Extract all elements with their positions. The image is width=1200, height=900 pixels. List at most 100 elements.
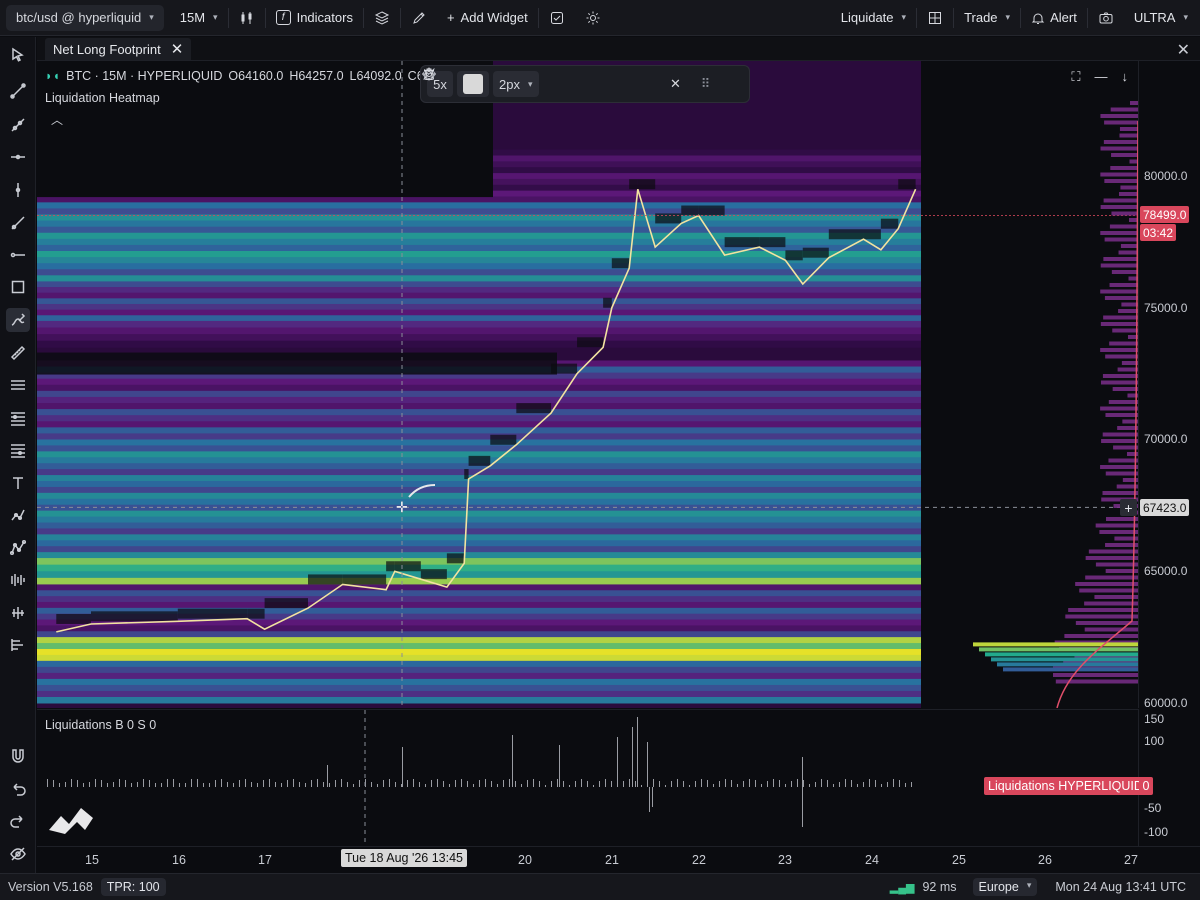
undo-button[interactable] [6,777,30,801]
cleared-liquidity [637,179,656,190]
liquidation-bar-spike [617,737,618,787]
heatmap-band [37,421,921,428]
stroke-width-select[interactable]: 2px ▾ [493,71,539,97]
symbol-selector[interactable]: btc/usd @ hyperliquid ▾ [6,4,164,31]
interval-selector[interactable]: 15M ▾ [170,0,228,36]
plan-menu[interactable]: ULTRA ▾ [1124,0,1200,36]
text-tool[interactable] [6,471,30,495]
layout-grid-button[interactable] [917,0,953,36]
liquidation-bar [293,779,294,787]
candle-type-button[interactable] [229,0,265,36]
heatmap-band [37,327,921,335]
crosshair-price-tag: 67423.0 [1140,499,1190,516]
profile-bar [1100,380,1138,385]
version-label: Version V5.168 [8,880,93,894]
minimize-icon[interactable]: — [1095,69,1108,85]
ruler-tool[interactable] [6,341,30,365]
liquidate-menu[interactable]: Liquidate ▾ [831,0,916,36]
lock-button[interactable] [424,68,599,97]
close-panel-button[interactable]: ✕ [1177,40,1190,60]
measure-tool[interactable] [6,633,30,657]
fib-extension-tool[interactable] [6,438,30,462]
liquidation-bar [119,779,120,787]
fib-retracement-tool[interactable] [6,406,30,430]
anchored-profile-tool[interactable] [6,601,30,625]
liquidations-pane[interactable]: Liquidations B 0 S 0 [37,709,1138,847]
brush-tool[interactable] [6,308,30,332]
fib-extension-icon [11,444,25,458]
heatmap-band [37,390,921,398]
volume-profile-tool[interactable] [6,568,30,592]
indicators-button[interactable]: f Indicators [266,0,363,36]
screenshot-button[interactable] [1088,0,1124,36]
heatmap-band [37,384,921,392]
crosshair-plus-icon[interactable]: + [1120,499,1137,516]
drag-handle[interactable]: ⠿ [693,71,719,97]
close-toolbar-button[interactable]: ✕ [663,71,689,97]
profile-bar [1108,458,1138,463]
delete-drawing-button[interactable] [424,68,659,97]
liquidations-logo [47,806,95,837]
profile-highlight-bar [991,657,1138,662]
arrow-down-icon[interactable]: ↓ [1122,69,1129,85]
magnet-tool[interactable] [6,744,30,768]
brush-icon [11,313,26,326]
redo-button[interactable] [6,809,30,833]
collapse-legend-icon[interactable]: ︿ [51,111,63,128]
hide-drawings-button[interactable] [6,842,30,866]
heatmap-band [37,648,921,656]
trade-label: Trade [964,10,998,25]
price-chart[interactable]: ✛ ◗◖ BTC · 15M · HYPERLIQUID O64160.0 H6… [37,61,1138,708]
liquidation-bar [899,780,900,787]
region-selector[interactable]: Europe ▾ [972,878,1038,896]
indicator-legend[interactable]: Liquidation Heatmap [45,91,160,105]
signal-icon: ▂▄▆ [889,881,915,894]
liquidation-bar [233,783,234,787]
heatmap-band [37,552,921,559]
liquidation-bar-spike [559,745,560,787]
cleared-liquidity [420,569,447,580]
horizontal-line-tool[interactable] [6,145,30,169]
vertical-line-tool[interactable] [6,178,30,202]
save-layout-button[interactable] [539,0,575,36]
trendline-tool[interactable] [6,79,30,103]
price-axis[interactable]: 80000.0 75000.0 70000.0 65000.0 60000.0 … [1138,61,1200,710]
draw-button[interactable] [401,0,437,36]
profile-bar [1121,302,1138,307]
rectangle-tool[interactable] [6,275,30,299]
alert-button[interactable]: Alert [1021,0,1087,36]
color-button[interactable] [457,71,489,97]
profile-bar [1102,432,1138,437]
profile-bar [1130,101,1138,105]
tpr-badge[interactable]: TPR: 100 [100,878,166,896]
extended-line-tool[interactable] [6,211,30,235]
liquidation-bar [215,780,216,787]
cleared-liquidity [785,250,803,261]
profile-bar [1068,608,1138,612]
settings-button[interactable] [575,0,611,36]
layers-button[interactable] [364,0,400,36]
parallel-channel-tool[interactable] [6,373,30,397]
profile-bar [1100,146,1138,151]
liquidation-bar [83,783,84,787]
drawing-settings-button[interactable] [422,67,629,97]
horizontal-ray-tool[interactable] [6,243,30,267]
ray-tool[interactable] [6,113,30,137]
time-axis[interactable]: 15 16 17 19 20 21 22 23 24 25 26 27 Tue … [37,846,1200,873]
magnet-icon [12,749,24,763]
chevron-down-icon: ▾ [527,78,533,89]
close-icon[interactable]: ✕ [171,40,184,58]
hide-button[interactable] [421,68,569,97]
add-widget-button[interactable]: + Add Widget [437,0,538,36]
fullscreen-icon[interactable]: ⛶ [1071,69,1080,85]
heatmap-band [37,396,921,404]
profile-bar [1103,140,1138,144]
cursor-tool[interactable] [6,43,30,67]
liquidation-bar [851,780,852,787]
trade-menu[interactable]: Trade ▾ [954,0,1020,36]
pattern-tool[interactable] [6,536,30,560]
tab-net-long-footprint[interactable]: Net Long Footprint ✕ [45,38,192,60]
ruler-icon [10,345,26,361]
path-tool[interactable] [6,503,30,527]
profile-bar [1118,309,1138,313]
